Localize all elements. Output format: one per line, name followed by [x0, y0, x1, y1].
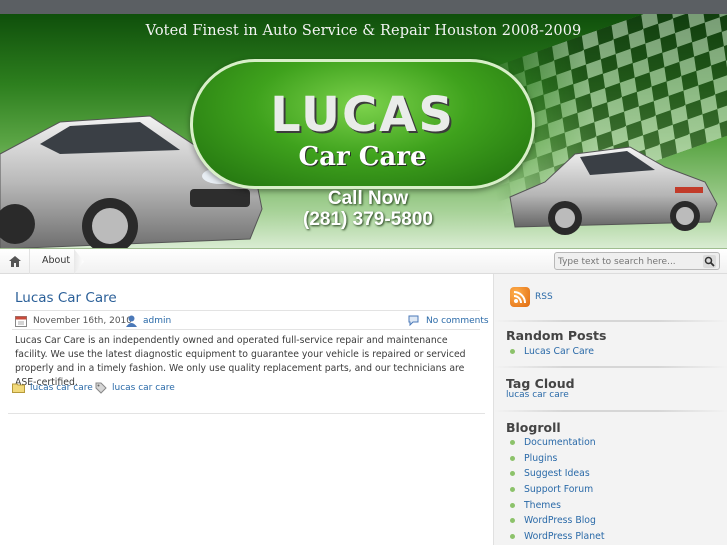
- bullet-icon: [510, 455, 515, 461]
- blogroll-link-wordpress-planet[interactable]: WordPress Planet: [524, 531, 604, 542]
- list-item: Support Forum: [510, 482, 604, 498]
- phone-number: (281) 379-5800: [303, 209, 433, 230]
- calendar-icon: [15, 316, 27, 327]
- home-icon: [8, 256, 21, 267]
- sidebar-divider: [494, 320, 727, 322]
- rss-feed[interactable]: RSS: [510, 287, 553, 307]
- bullet-icon: [510, 533, 515, 539]
- sidebar-divider: [494, 366, 727, 368]
- random-post-link[interactable]: Lucas Car Care: [524, 346, 594, 357]
- post-author-link[interactable]: admin: [143, 316, 171, 326]
- blogroll-link-suggest-ideas[interactable]: Suggest Ideas: [524, 468, 590, 479]
- search-icon[interactable]: [703, 255, 716, 268]
- random-posts-heading: Random Posts: [506, 328, 607, 343]
- comments-link[interactable]: No comments: [426, 316, 489, 326]
- list-item: Themes: [510, 497, 604, 513]
- list-item: Documentation: [510, 435, 604, 451]
- blogroll-link-support-forum[interactable]: Support Forum: [524, 484, 593, 495]
- blogroll-link-plugins[interactable]: Plugins: [524, 453, 557, 464]
- top-strip: [0, 0, 727, 14]
- list-item: Lucas Car Care: [510, 344, 594, 360]
- call-now-label: Call Now: [327, 188, 409, 209]
- blogroll-list: Documentation Plugins Suggest Ideas Supp…: [510, 435, 604, 544]
- tag-link[interactable]: lucas car care: [112, 383, 175, 393]
- tag-cloud-heading: Tag Cloud: [506, 376, 575, 391]
- post-date: November 16th, 2010: [15, 315, 132, 327]
- blogroll-link-documentation[interactable]: Documentation: [524, 437, 596, 448]
- post-bottom-divider: [8, 413, 485, 414]
- user-icon: [126, 315, 137, 327]
- meta-divider: [12, 329, 480, 330]
- blogroll-link-wordpress-blog[interactable]: WordPress Blog: [524, 515, 596, 526]
- post-title[interactable]: Lucas Car Care: [15, 290, 117, 306]
- bullet-icon: [510, 349, 515, 355]
- bullet-icon: [510, 487, 515, 493]
- logo-subtitle: Car Care: [298, 142, 427, 172]
- nav-separator: [74, 249, 84, 274]
- post-author: admin: [126, 315, 171, 327]
- bullet-icon: [510, 471, 515, 477]
- sidebar: RSS Random Posts Lucas Car Care Tag Clou…: [493, 274, 727, 545]
- silver-sports-car-image: [509, 146, 718, 235]
- list-item: WordPress Planet: [510, 529, 604, 545]
- blogroll-heading: Blogroll: [506, 420, 561, 435]
- rss-icon: [510, 287, 530, 307]
- header-tagline: Voted Finest in Auto Service & Repair Ho…: [145, 23, 582, 39]
- list-item: Suggest Ideas: [510, 466, 604, 482]
- bullet-icon: [510, 440, 515, 446]
- random-posts-list: Lucas Car Care: [510, 344, 594, 360]
- folder-icon: [12, 383, 25, 393]
- category-link[interactable]: lucas car care: [30, 383, 93, 393]
- blogroll-link-themes[interactable]: Themes: [524, 500, 561, 511]
- rss-link[interactable]: RSS: [535, 292, 553, 302]
- post-comments: No comments: [408, 315, 489, 326]
- navigation-bar: About: [0, 248, 727, 274]
- logo-title: LUCAS: [270, 87, 455, 143]
- header-banner[interactable]: Voted Finest in Auto Service & Repair Ho…: [0, 14, 727, 248]
- title-divider: [12, 310, 480, 311]
- post-tags: lucas car care: [95, 382, 175, 394]
- tag-icon: [95, 382, 107, 394]
- bullet-icon: [510, 502, 515, 508]
- comment-icon: [408, 315, 419, 326]
- post-date-text: November 16th, 2010: [33, 316, 132, 326]
- list-item: Plugins: [510, 451, 604, 467]
- search-input[interactable]: [558, 255, 698, 268]
- bullet-icon: [510, 518, 515, 524]
- search-box: [554, 252, 720, 270]
- tag-cloud-link[interactable]: lucas car care: [506, 390, 569, 400]
- post-categories: lucas car care: [12, 382, 93, 393]
- list-item: WordPress Blog: [510, 513, 604, 529]
- nav-item-about[interactable]: About: [42, 255, 70, 266]
- home-button[interactable]: [0, 249, 30, 274]
- sidebar-divider: [494, 410, 727, 412]
